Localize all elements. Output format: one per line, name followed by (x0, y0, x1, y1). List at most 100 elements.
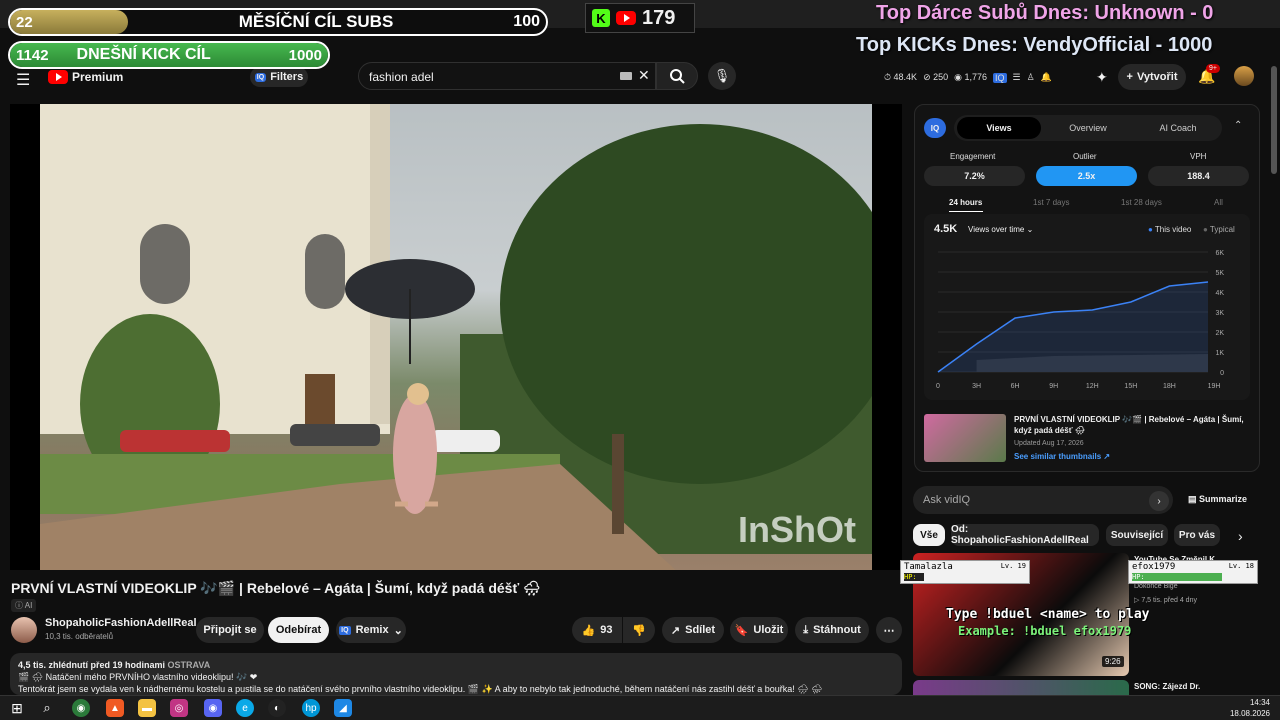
rec-title[interactable]: SONG: Zájezd Dr. (1134, 682, 1200, 691)
vidiq-icon: IQ (924, 118, 946, 138)
youtube-logo[interactable]: Premium (48, 70, 123, 84)
video-player[interactable]: InShOt (10, 104, 902, 570)
y-tick-label: 0 (1220, 370, 1224, 377)
hp-icon[interactable]: hp (302, 699, 320, 717)
x-tick-label: 6H (1011, 383, 1020, 390)
more-actions-button[interactable]: ⋯ (876, 617, 902, 643)
edge-icon[interactable]: e (236, 699, 254, 717)
microphone-icon: 🎙 (713, 68, 731, 83)
video-location: OSTRAVA (167, 660, 211, 670)
create-button[interactable]: + Vytvořit (1118, 64, 1186, 90)
remix-button[interactable]: IQ Remix ⌄ (336, 617, 406, 643)
keyboard-icon[interactable] (620, 72, 632, 80)
x-tick-label: 0 (936, 383, 940, 390)
vidiq-icon[interactable]: IQ (993, 72, 1007, 83)
discord-icon[interactable]: ◉ (204, 699, 222, 717)
video-description[interactable]: 4,5 tis. zhlédnutí před 19 hodinami OSTR… (10, 653, 902, 695)
bookmark-icon: 🔖 (734, 624, 749, 637)
chevron-right-icon: › (1157, 495, 1161, 507)
video-meta: 4,5 tis. zhlédnutí před 19 hodinami (18, 660, 166, 670)
stat-likes: ⊘ 250 (923, 72, 949, 82)
chip-channel[interactable]: Od: ShopaholicFashionAdellReal (951, 524, 1099, 546)
download-button[interactable]: ⤓ Stáhnout (795, 617, 869, 643)
clear-search-icon[interactable]: ✕ (638, 67, 650, 84)
app-icon[interactable]: ◢ (334, 699, 352, 717)
see-similar-thumbnails-link[interactable]: See similar thumbnails ↗ (1014, 452, 1110, 461)
video-frame: InShOt (40, 104, 900, 570)
avatar[interactable] (1234, 66, 1254, 86)
y-tick-label: 2K (1215, 330, 1224, 337)
y-tick-label: 5K (1215, 270, 1224, 277)
bell-icon[interactable]: 🔔 (1041, 72, 1052, 83)
views-chart-plot: 0 3H 6H 9H 12H 15H 18H 19H 0 1K 2K 3K 4K 5K 6K (936, 250, 1224, 390)
list-icon[interactable]: ☰ (1013, 72, 1021, 83)
chart-total-views: 4.5K (934, 223, 958, 235)
windows-taskbar: ⊞ ⌕ ◉ ▲ ▬ ◎ ◉ e ◐ hp ◢ 14:34 18.08.2026 (0, 695, 1280, 720)
save-button[interactable]: 🔖 Uložit (730, 617, 788, 643)
chip-related[interactable]: Související (1106, 524, 1168, 546)
player1-card: Tamalazla Lv. 19 HP: (900, 560, 1030, 584)
metric-label: Outlier (1073, 152, 1097, 161)
windows-start-icon[interactable]: ⊞ (8, 699, 26, 717)
search-icon (670, 69, 685, 84)
plus-icon: + (1126, 71, 1133, 83)
menu-icon[interactable]: ☰ (16, 70, 30, 90)
chart-mode-select[interactable]: Views over time ⌄ (968, 225, 1033, 234)
tab-overview[interactable]: Overview (1046, 117, 1130, 139)
search-button[interactable] (656, 62, 698, 90)
range-underline (949, 211, 983, 212)
channel-name[interactable]: ShopaholicFashionAdellReal (45, 617, 197, 629)
summarize-button[interactable]: ▤ Summarize (1188, 494, 1247, 505)
chip-for-you[interactable]: Pro vás (1174, 524, 1220, 546)
collapse-icon[interactable]: ⌃ (1234, 120, 1242, 131)
search-icon[interactable]: ⌕ (38, 699, 56, 717)
chip-all[interactable]: Vše (913, 524, 945, 546)
filters-button[interactable]: IQ Filters (250, 67, 308, 87)
viewer-counter: K 179 (585, 3, 695, 33)
monthly-subs-goal-bar: 22 MĚSÍČNÍ CÍL SUBS 100 (8, 8, 548, 36)
brave-icon[interactable]: ▲ (106, 699, 124, 717)
ai-label-badge: ⓘ AI (11, 599, 37, 612)
download-icon: ⤓ (803, 623, 809, 636)
system-clock[interactable]: 14:34 18.08.2026 (1220, 697, 1270, 719)
ask-vidiq-input[interactable]: Ask vidIQ (913, 486, 1173, 514)
chrome-icon[interactable]: ◉ (72, 699, 90, 717)
voice-search-button[interactable]: 🎙 (708, 62, 736, 90)
dislike-button[interactable]: 👎 (623, 617, 655, 643)
range-24h[interactable]: 24 hours (949, 198, 982, 207)
range-7d[interactable]: 1st 7 days (1033, 198, 1069, 207)
range-28d[interactable]: 1st 28 days (1121, 198, 1162, 207)
subscribe-button[interactable]: Odebírat (268, 617, 329, 643)
join-button[interactable]: Připojit se (196, 617, 264, 643)
folder-icon[interactable]: ▬ (138, 699, 156, 717)
y-tick-label: 3K (1215, 310, 1224, 317)
chat-icon[interactable]: ✦ (1096, 69, 1108, 86)
thumbs-down-icon: 👎 (632, 624, 646, 637)
range-all[interactable]: All (1214, 198, 1223, 207)
ask-send-button[interactable]: › (1149, 491, 1169, 511)
document-icon: ▤ (1188, 494, 1197, 504)
x-tick-label: 15H (1124, 383, 1137, 390)
tab-ai-coach[interactable]: AI Coach (1136, 117, 1220, 139)
chevron-down-icon: ⌄ (393, 624, 403, 637)
chevron-right-icon[interactable]: › (1238, 528, 1243, 544)
vidiq-stats: ⏱ 48.4K ⊘ 250 ◉ 1,776 IQ ☰ ♙ 🔔 (884, 72, 1052, 83)
y-tick-label: 1K (1215, 350, 1224, 357)
instagram-icon[interactable]: ◎ (170, 699, 188, 717)
tab-views[interactable]: Views (957, 117, 1041, 139)
share-button[interactable]: ↗ Sdílet (662, 617, 724, 643)
trophy-icon[interactable]: ♙ (1027, 72, 1035, 83)
channel-avatar[interactable] (11, 617, 37, 643)
notifications-button[interactable]: 🔔 9+ (1198, 64, 1220, 85)
stat-views: ⏱ 48.4K (884, 72, 918, 82)
search-input[interactable]: fashion adel (358, 62, 656, 90)
page-scrollbar[interactable] (1271, 66, 1277, 174)
rec-thumbnail[interactable] (913, 680, 1129, 695)
like-button[interactable]: 👍 93 (572, 617, 622, 643)
legend-this-video: ● This video (1148, 225, 1192, 234)
top-donors-text: Top Dárce Subů Dnes: Unknown - 0 (876, 2, 1214, 24)
video-scene-illustration (40, 104, 900, 570)
video-thumbnail[interactable] (924, 414, 1006, 462)
obs-icon[interactable]: ◐ (268, 699, 286, 717)
x-tick-label: 19H (1208, 383, 1221, 390)
